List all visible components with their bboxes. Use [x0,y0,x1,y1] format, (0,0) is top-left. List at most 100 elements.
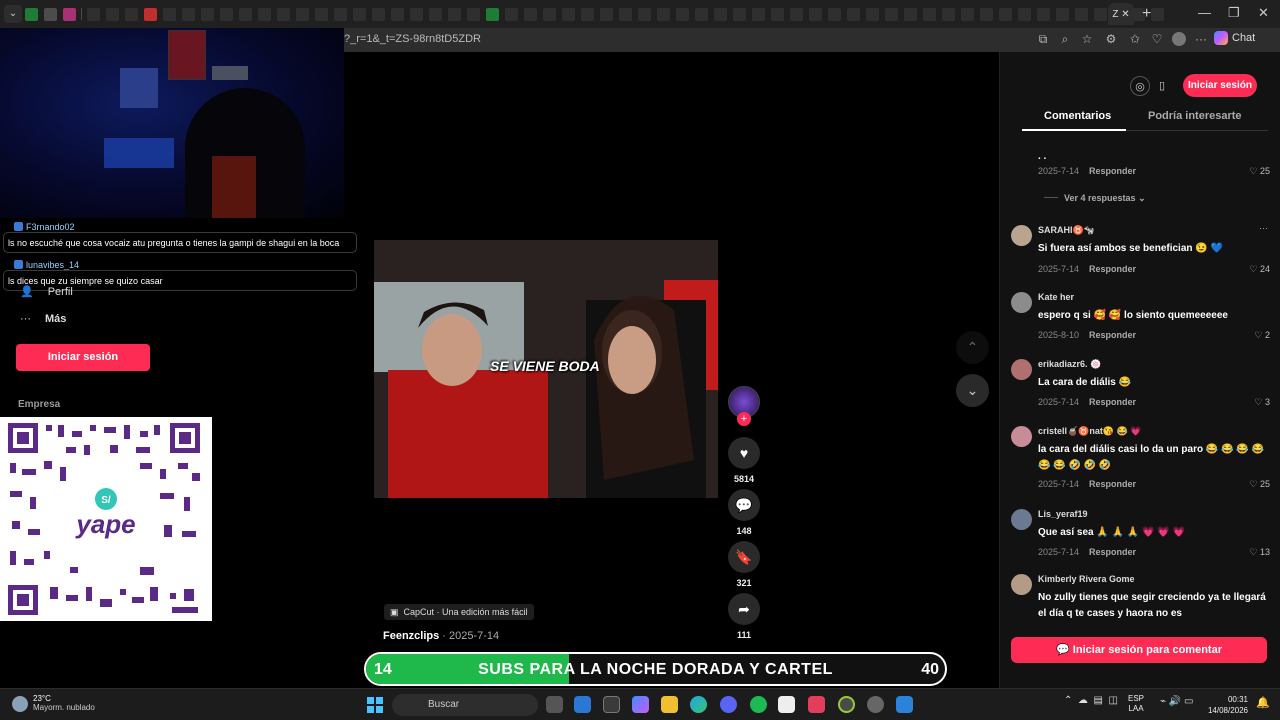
tiktok-tab-icon[interactable] [1075,7,1088,21]
tiktok-tab-icon[interactable] [866,7,879,21]
share-button[interactable]: ➦ [728,593,760,625]
task-view-icon[interactable] [546,696,563,713]
clock[interactable]: 00:31 14/08/2026 [1206,694,1248,716]
comment-username[interactable]: Kimberly Rivera Gome [1038,574,1135,584]
tiktok-tab-icon[interactable] [391,7,404,21]
speaker-tab-icon[interactable] [44,7,57,21]
instagram-tab-icon[interactable] [63,7,76,21]
tiktok-tab-icon[interactable] [448,7,461,21]
author-name[interactable]: Feenzclips [383,630,439,642]
tiktok-tab-icon[interactable] [695,7,708,21]
restore-icon[interactable]: ❐ [1228,5,1240,21]
tiktok-tab-icon[interactable] [258,7,271,21]
language-indicator[interactable]: ESP LAA [1128,694,1144,714]
video-author[interactable]: Feenzclips · 2025-7-14 [383,630,499,642]
zoom-icon[interactable]: ⌕ [1058,32,1072,46]
app-icon[interactable] [896,696,913,713]
comment-like[interactable]: ♡ 24 [1249,264,1270,275]
tiktok-tab-icon[interactable] [87,7,100,21]
favorites-icon[interactable]: ✩ [1128,32,1142,46]
more-options-icon[interactable]: ··· [1259,223,1268,233]
tiktok-tab-icon[interactable] [277,7,290,21]
tiktok-tab-icon[interactable] [201,7,214,21]
system-tray[interactable]: ⌃ ☁ ▤ ◫ [1064,695,1118,706]
tiktok-tab-icon[interactable] [638,7,651,21]
copilot-chat-button[interactable]: Chat [1214,31,1255,45]
weather-icon[interactable] [12,696,28,712]
tiktok-tab-icon[interactable] [106,7,119,21]
tiktok-tab-icon[interactable] [353,7,366,21]
profile-avatar[interactable] [1172,32,1186,46]
notepad-icon[interactable] [574,696,591,713]
tiktok-tab-icon[interactable] [581,7,594,21]
close-window-icon[interactable]: ✕ [1258,5,1269,21]
minimize-icon[interactable]: — [1198,5,1211,20]
tiktok-tab-icon[interactable] [733,7,746,21]
kick-tab-icon[interactable] [486,7,499,21]
tiktok-tab-icon[interactable] [505,7,518,21]
tiktok-tab-icon[interactable] [1018,7,1031,21]
comment-like[interactable]: ♡ 3 [1254,397,1270,408]
capcut-badge[interactable]: ▣ CapCut · Una edición más fácil [384,604,534,620]
taskbar-search[interactable]: Buscar [392,694,538,716]
app-icon[interactable] [867,696,884,713]
tab-menu-icon[interactable]: ⌄ [4,5,22,23]
tiktok-tab-icon[interactable] [752,7,765,21]
avatar[interactable] [1011,359,1032,380]
video-player[interactable]: SE VIENE BODA [374,240,718,498]
extension-icon[interactable]: ⚙ [1104,32,1118,46]
store-icon[interactable] [603,696,620,713]
phone-icon[interactable]: ▯ [1152,76,1172,96]
comment-username[interactable]: SARAHI♉🐄 [1038,225,1095,236]
tiktok-tab-icon[interactable] [524,7,537,21]
browser-essentials-icon[interactable]: ♡ [1150,32,1164,46]
tiktok-tab-icon[interactable] [1151,7,1164,21]
nav-more[interactable]: ··· Más [20,313,66,325]
comment-username[interactable]: erikadiazr6. 🍥 [1038,359,1101,370]
comment-username[interactable]: cristell🧉♉nat😘 😂 💗 [1038,426,1142,437]
tiktok-tab-icon[interactable] [1094,7,1107,21]
tiktok-tab-icon[interactable] [676,7,689,21]
favorite-star-icon[interactable]: ☆ [1080,32,1094,46]
active-tab[interactable]: Z ✕ [1108,3,1134,25]
login-button-top[interactable]: Iniciar sesión [1183,74,1257,97]
tiktok-tab-icon[interactable] [315,7,328,21]
spotify-icon[interactable] [750,696,767,713]
tiktok-tab-icon[interactable] [771,7,784,21]
comment-username[interactable]: Kate her [1038,292,1074,302]
tiktok-tab-icon[interactable] [961,7,974,21]
weather-widget[interactable]: 23°C Mayorm. nublado [33,694,123,712]
tiktok-tab-icon[interactable] [467,7,480,21]
tiktok-tab-icon[interactable] [790,7,803,21]
pinterest-tab-icon[interactable] [144,7,157,21]
view-replies-button[interactable]: Ver 4 respuestas ⌄ [1044,193,1146,204]
save-button[interactable]: 🔖 [728,541,760,573]
tiktok-live-icon[interactable] [808,696,825,713]
tiktok-tab-icon[interactable] [714,7,727,21]
tiktok-tab-icon[interactable] [1056,7,1069,21]
tiktok-tab-icon[interactable] [182,7,195,21]
tiktok-tab-icon[interactable] [980,7,993,21]
avatar[interactable] [1011,509,1032,530]
tiktok-tab-icon[interactable] [562,7,575,21]
tiktok-tab-icon[interactable] [904,7,917,21]
obs-icon[interactable] [838,696,855,713]
tiktok-tab-icon[interactable] [125,7,138,21]
tiktok-tab-icon[interactable] [942,7,955,21]
url-text[interactable]: ?_r=1&_t=ZS-98rn8tD5ZDR [344,33,481,45]
comment-like[interactable]: ♡ 2 [1254,330,1270,341]
discord-icon[interactable] [720,696,737,713]
tiktok-tab-icon[interactable] [372,7,385,21]
comment-username[interactable]: Lis_yeraf19 [1038,509,1088,519]
reply-button[interactable]: Responder [1089,547,1136,557]
like-button[interactable]: ♥ [728,437,760,469]
capcut-app-icon[interactable] [778,696,795,713]
tiktok-tab-icon[interactable] [657,7,670,21]
tiktok-tab-icon[interactable] [239,7,252,21]
new-tab-button[interactable]: + [1142,5,1151,23]
next-video-button[interactable]: ⌄ [956,374,989,407]
avatar[interactable] [1011,426,1032,447]
file-explorer-icon[interactable] [661,696,678,713]
avatar[interactable] [1011,292,1032,313]
follow-button[interactable]: + [737,412,751,426]
